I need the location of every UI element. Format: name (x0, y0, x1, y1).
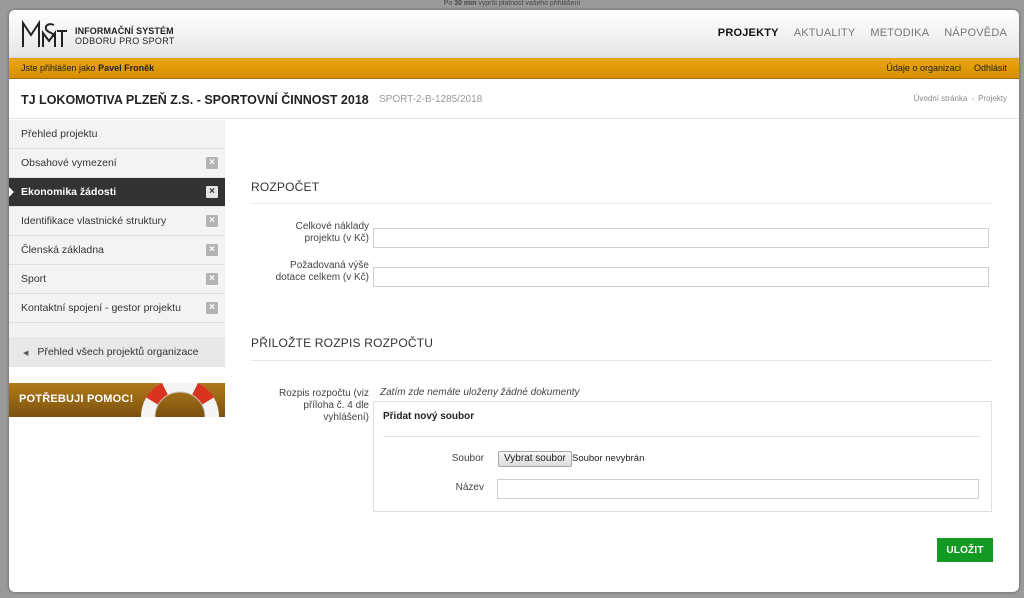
sidebar-item-label: Přehled projektu (21, 128, 98, 140)
menu-aktuality[interactable]: AKTUALITY (794, 27, 856, 39)
choose-file-button[interactable]: Vybrat soubor (498, 451, 572, 467)
save-button[interactable]: ULOŽIT (937, 538, 993, 562)
sidebar-item-kontaktni-spojeni[interactable]: Kontaktní spojení - gestor projektu × (9, 294, 225, 323)
budget-label-line-3: vyhlášení) (323, 412, 369, 423)
session-note-prefix: Po (443, 0, 453, 7)
budget-label-line-1: Rozpis rozpočtu (viz (278, 388, 369, 399)
total-cost-label-line-1: Celkové náklady (295, 221, 369, 232)
project-header: TJ LOKOMOTIVA PLZEŇ Z.S. - SPORTOVNÍ ČIN… (9, 79, 1019, 119)
organization-info-link[interactable]: Údaje o organizaci (886, 63, 961, 73)
user-name: Pavel Froněk (98, 63, 155, 73)
sidebar-item-identifikace[interactable]: Identifikace vlastnické struktury × (9, 207, 225, 236)
budget-breakdown-label: Rozpis rozpočtu (viz příloha č. 4 dle vy… (255, 388, 369, 424)
sidebar-item-label: Ekonomika žádosti (21, 186, 117, 198)
help-banner-label: POTŘEBUJI POMOC! (19, 393, 134, 405)
site-header: INFORMAČNÍ SYSTÉM ODBORU PRO SPORT PROJE… (9, 10, 1019, 58)
breadcrumb-projects[interactable]: Projekty (978, 94, 1007, 103)
upload-panel: Přidat nový soubor Soubor Vybrat soubor … (373, 401, 992, 512)
file-label: Soubor (451, 453, 484, 464)
app-window: INFORMAČNÍ SYSTÉM ODBORU PRO SPORT PROJE… (9, 10, 1019, 592)
logged-in-prefix: Jste přihlášen jako (21, 63, 96, 73)
msmt-logo[interactable] (21, 19, 69, 49)
breadcrumb-separator: › (971, 94, 975, 103)
incomplete-x-icon: × (206, 157, 218, 169)
menu-metodika[interactable]: METODIKA (870, 27, 929, 39)
help-banner[interactable]: POTŘEBUJI POMOC! (9, 383, 225, 417)
logged-in-info: Jste přihlášen jako Pavel Froněk (21, 63, 154, 73)
section-rozpis-title: PŘILOŽTE ROZPIS ROZPOČTU (251, 336, 434, 350)
sidebar-item-label: Členská základna (21, 244, 104, 256)
total-cost-label: Celkové náklady projektu (v Kč) (265, 221, 369, 245)
incomplete-x-icon: × (206, 186, 218, 198)
page-title: TJ LOKOMOTIVA PLZEŇ Z.S. - SPORTOVNÍ ČIN… (21, 93, 369, 107)
menu-projekty[interactable]: PROJEKTY (718, 27, 779, 39)
sidebar-item-prehled[interactable]: Přehled projektu (9, 120, 225, 149)
upload-divider (383, 436, 979, 437)
main-content: ROZPOČET Celkové náklady projektu (v Kč)… (225, 120, 1019, 592)
sidebar-item-label: Kontaktní spojení - gestor projektu (21, 302, 181, 314)
lifebuoy-icon (141, 383, 219, 417)
subsidy-label: Požadovaná výše dotace celkem (v Kč) (255, 260, 369, 284)
breadcrumb: Úvodní stránka › Projekty (914, 94, 1007, 103)
name-label: Název (455, 482, 484, 493)
logo-line-2: ODBORU PRO SPORT (75, 36, 175, 46)
sidebar: Přehled projektu Obsahové vymezení × Eko… (9, 120, 225, 367)
no-documents-text: Zatím zde nemáte uloženy žádné dokumenty (380, 387, 580, 398)
session-timeout-note: Po 30 min vyprší platnost vašeho přihláš… (0, 0, 1024, 10)
section-divider (251, 360, 991, 361)
budget-label-line-2: příloha č. 4 dle (303, 400, 369, 411)
logo-text: INFORMAČNÍ SYSTÉM ODBORU PRO SPORT (75, 26, 175, 46)
incomplete-x-icon: × (206, 244, 218, 256)
subsidy-label-line-2: dotace celkem (v Kč) (275, 272, 369, 283)
menu-napoveda[interactable]: NÁPOVĚDA (944, 27, 1007, 39)
sidebar-item-ekonomika[interactable]: Ekonomika žádosti × (9, 178, 225, 207)
total-cost-label-line-2: projektu (v Kč) (304, 233, 369, 244)
incomplete-x-icon: × (206, 215, 218, 227)
subsidy-label-line-1: Požadovaná výše (290, 260, 369, 271)
session-note-time: 30 min (454, 0, 477, 7)
section-rozpocet-title: ROZPOČET (251, 180, 320, 194)
file-status: Soubor nevybrán (572, 453, 645, 464)
subsidy-input[interactable] (373, 267, 989, 287)
logout-link[interactable]: Odhlásit (974, 63, 1007, 73)
back-link-label: Přehled všech projektů organizace (37, 346, 199, 358)
sidebar-item-label: Obsahové vymezení (21, 157, 117, 169)
upload-panel-title: Přidat nový soubor (383, 411, 475, 422)
file-name-input[interactable] (497, 479, 979, 499)
back-to-projects-link[interactable]: ◀ Přehled všech projektů organizace (9, 337, 225, 367)
chevron-left-icon: ◀ (23, 350, 29, 357)
project-code: SPORT-2-B-1285/2018 (379, 94, 483, 105)
total-cost-input[interactable] (373, 228, 989, 248)
sidebar-item-clenska-zakladna[interactable]: Členská základna × (9, 236, 225, 265)
sidebar-item-label: Sport (21, 273, 47, 285)
sidebar-item-obsahove-vymezeni[interactable]: Obsahové vymezení × (9, 149, 225, 178)
sidebar-item-sport[interactable]: Sport × (9, 265, 225, 294)
incomplete-x-icon: × (206, 302, 218, 314)
user-bar: Jste přihlášen jako Pavel Froněk Údaje o… (9, 58, 1019, 79)
user-links: Údaje o organizaci Odhlásit (886, 63, 1007, 73)
logo-line-1: INFORMAČNÍ SYSTÉM (75, 26, 174, 36)
incomplete-x-icon: × (206, 273, 218, 285)
session-note-suffix: vyprší platnost vašeho přihlášení (478, 0, 581, 7)
breadcrumb-home[interactable]: Úvodní stránka (914, 94, 968, 103)
sidebar-item-label: Identifikace vlastnické struktury (21, 215, 167, 227)
main-menu: PROJEKTY AKTUALITY METODIKA NÁPOVĚDA (718, 27, 1007, 39)
section-divider (251, 203, 991, 204)
